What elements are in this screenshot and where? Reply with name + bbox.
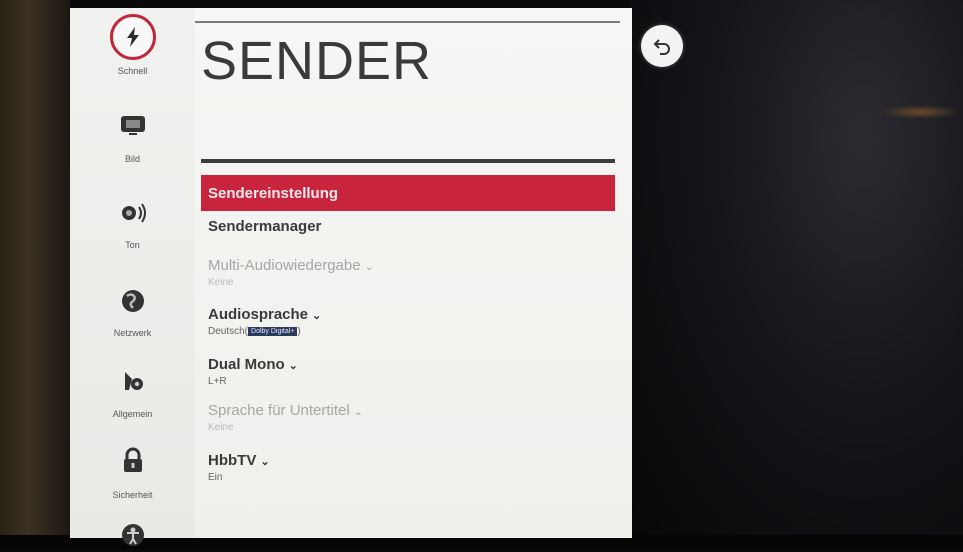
settings-sidebar: Schnell Bild Ton Netzwerk Allgemein Sich… [70,8,195,546]
sidebar-item-sicherheit[interactable]: Sicherheit [70,444,195,500]
globe-icon [116,284,150,318]
lock-icon [116,444,150,478]
back-button[interactable] [641,25,683,67]
menu-item-label: Sendereinstellung [208,184,339,202]
menu-item-hbbtv[interactable]: HbbTV ⌄ Ein [201,452,615,483]
menu-item-value: Keine [208,277,234,288]
chevron-down-icon: ⌄ [260,456,270,468]
room-background-left [0,0,70,549]
back-arrow-icon [653,39,670,55]
title-divider [201,159,615,163]
sidebar-item-netzwerk[interactable]: Netzwerk [70,284,195,338]
menu-item-value: Ein [208,472,223,483]
sidebar-item-label: Bild [124,154,140,164]
sidebar-item-label: Schnell [117,66,148,76]
accessibility-icon [116,518,150,552]
menu-item-label: HbbTV [208,452,257,469]
picture-icon [116,108,150,142]
sidebar-item-bild[interactable]: Bild [70,108,195,164]
menu-item-label: Audiosprache [208,306,309,323]
menu-item-label: Dual Mono [208,356,285,373]
menu-item-value-suffix: ) [297,326,301,337]
sidebar-item-label: Ton [125,240,140,250]
panel-top-divider [195,21,620,23]
background-light [880,105,960,119]
sidebar-item-allgemein[interactable]: Allgemein [70,363,195,419]
chevron-down-icon: ⌄ [353,406,363,418]
menu-item-sendereinstellung[interactable]: Sendereinstellung [201,175,615,211]
menu-item-label: Multi-Audiowiedergabe [208,257,361,274]
room-background-right [630,0,963,549]
page-title: SENDER [201,31,433,91]
menu-item-audiosprache[interactable]: Audiosprache ⌄ Deutsch(Dolby Digital+) [201,306,615,337]
menu-item-sprache-fuer-untertitel: Sprache für Untertitel ⌄ Keine [201,402,615,433]
sidebar-item-accessibility[interactable] [70,518,195,552]
lightning-icon [109,14,156,60]
menu-item-value: L+R [208,376,227,387]
chevron-down-icon: ⌄ [364,261,374,273]
gear-icon [116,363,150,397]
chevron-down-icon: ⌄ [312,310,322,322]
menu-item-dual-mono[interactable]: Dual Mono ⌄ L+R [201,356,615,387]
sidebar-item-label: Allgemein [112,409,153,419]
sidebar-item-label: Netzwerk [113,328,152,338]
menu-item-label: Sendermanager [208,218,322,235]
settings-panel: SENDER Sendereinstellung Sendermanager M… [195,8,632,538]
sound-icon [116,196,150,230]
menu-item-multi-audiowiedergabe: Multi-Audiowiedergabe ⌄ Keine [201,257,615,288]
sidebar-item-label: Sicherheit [112,490,153,500]
chevron-down-icon: ⌄ [288,360,298,372]
sidebar-item-schnell[interactable]: Schnell [70,14,195,76]
menu-item-sendermanager[interactable]: Sendermanager [201,218,615,236]
menu-item-value: Keine [208,422,234,433]
menu-item-value: Deutsch( [208,326,249,337]
dolby-digital-plus-badge: Dolby Digital+ [248,326,298,336]
sidebar-item-ton[interactable]: Ton [70,196,195,250]
menu-item-label: Sprache für Untertitel [208,402,350,419]
